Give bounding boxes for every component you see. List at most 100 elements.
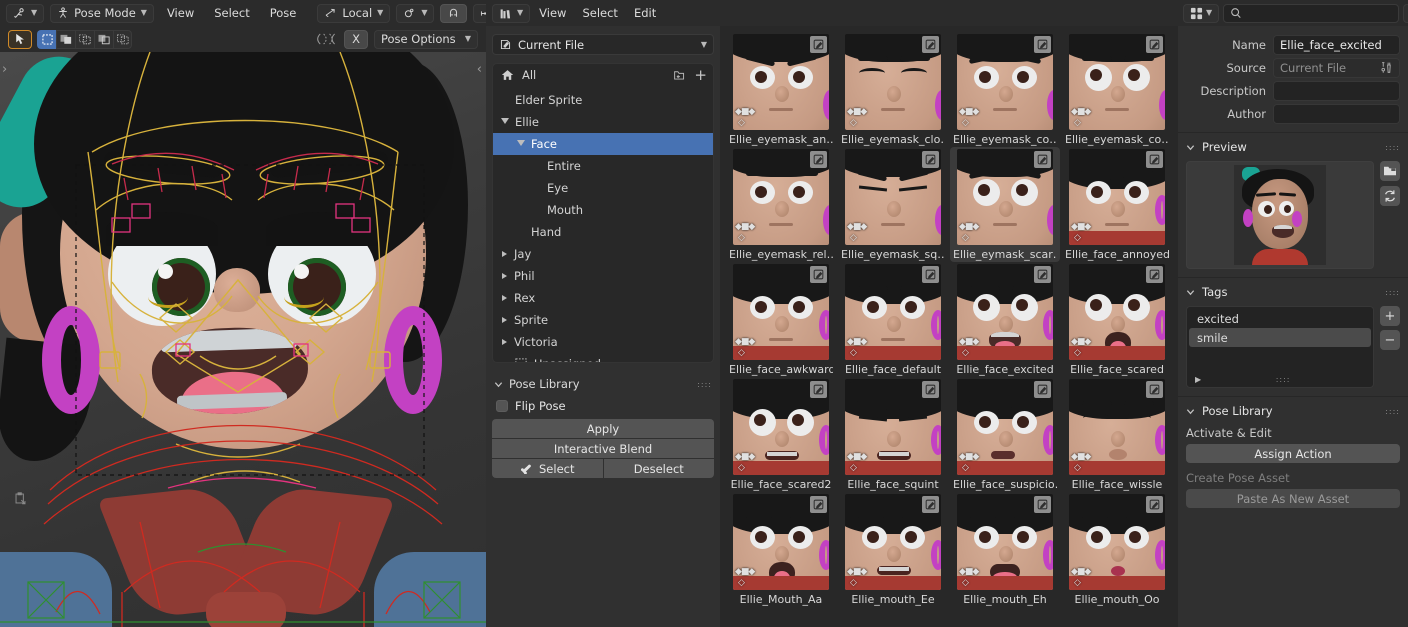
catalog-row-victoria[interactable]: Victoria	[493, 331, 713, 353]
search-input[interactable]	[1247, 7, 1392, 20]
editor-type-selector[interactable]: ▼	[6, 4, 44, 23]
asset-thumbnail[interactable]: ◆■◆◇	[845, 149, 941, 245]
pose-options-dropdown[interactable]: Pose Options ▼	[374, 30, 478, 49]
add-tag-button[interactable]: +	[1380, 306, 1400, 326]
asset-library-selector[interactable]: Current File ▼	[492, 34, 714, 55]
edit-pencil-icon[interactable]	[810, 36, 827, 53]
panel-grip[interactable]: ::::	[1385, 143, 1400, 152]
asset-item[interactable]: ◆■◆◇Ellie_face_scared	[1062, 262, 1172, 377]
catalog-tree[interactable]: Elder SpriteEllieFaceEntireEyeMouthHandJ…	[493, 86, 713, 363]
catalog-row-entire[interactable]: Entire	[493, 155, 713, 177]
edit-pencil-icon[interactable]	[1034, 266, 1051, 283]
catalog-row-unassigned[interactable]: Unassigned	[493, 353, 713, 363]
asset-item[interactable]: ◆■◆◇Ellie_eyemask_clo…	[838, 32, 948, 147]
expand-arrow-icon[interactable]: ▶	[1195, 375, 1201, 384]
edit-pencil-icon[interactable]	[1034, 151, 1051, 168]
disclosure-triangle-open[interactable]	[517, 140, 525, 149]
asset-thumbnail[interactable]: ◆■◆◇	[845, 264, 941, 360]
asset-item[interactable]: ◆■◆◇Ellie_face_squint	[838, 377, 948, 492]
asset-item[interactable]: ◆■◆◇Ellie_face_wissle	[1062, 377, 1172, 492]
tool-settings-icon[interactable]	[1380, 61, 1393, 74]
edit-pencil-icon[interactable]	[922, 381, 939, 398]
select-mode-group[interactable]	[37, 30, 132, 49]
edit-pencil-icon[interactable]	[810, 151, 827, 168]
asset-thumbnail[interactable]: ◆■◆◇	[1069, 379, 1165, 475]
asset-item[interactable]: ◆■◆◇Ellie_eyemask_co…	[1062, 32, 1172, 147]
asset-grid[interactable]: ◆■◆◇Ellie_eyemask_an…◆■◆◇Ellie_eyemask_c…	[726, 32, 1174, 607]
edit-pencil-icon[interactable]	[922, 496, 939, 513]
asset-thumbnail[interactable]: ◆■◆◇	[845, 494, 941, 590]
preview-header[interactable]: Preview ::::	[1178, 137, 1408, 157]
catalog-tree-box[interactable]: All + Elder SpriteEllieFaceEntireEyeMout…	[492, 63, 714, 363]
edit-pencil-icon[interactable]	[922, 36, 939, 53]
edit-pencil-icon[interactable]	[1146, 266, 1163, 283]
asset-item[interactable]: ◆■◆◇Ellie_Mouth_Aa	[726, 492, 836, 607]
edit-pencil-icon[interactable]	[1034, 496, 1051, 513]
select-bones-button[interactable]: Select	[492, 459, 603, 478]
asset-thumbnail[interactable]: ◆■◆◇	[957, 494, 1053, 590]
asset-thumbnail[interactable]: ◆■◆◇	[957, 379, 1053, 475]
asset-thumbnail[interactable]: ◆■◆◇	[845, 34, 941, 130]
field-value-author[interactable]	[1273, 104, 1400, 124]
select-mode-subtract[interactable]	[75, 30, 94, 49]
asset-item[interactable]: ◆■◆◇Ellie_mouth_Ee	[838, 492, 948, 607]
panel-grip[interactable]: ::::	[697, 380, 712, 389]
snap-settings[interactable]: ▼	[473, 4, 486, 23]
sidebar-toggle-right[interactable]: ‹	[477, 62, 482, 77]
props-pose-library-header[interactable]: Pose Library ::::	[1178, 401, 1408, 421]
edit-pencil-icon[interactable]	[810, 266, 827, 283]
catalog-row-eye[interactable]: Eye	[493, 177, 713, 199]
refresh-preview-button[interactable]	[1380, 186, 1400, 206]
edit-pencil-icon[interactable]	[810, 496, 827, 513]
mode-selector[interactable]: Pose Mode ▼	[50, 4, 154, 23]
edit-pencil-icon[interactable]	[922, 151, 939, 168]
catalog-row-sprite[interactable]: Sprite	[493, 309, 713, 331]
catalog-row-face[interactable]: Face	[493, 133, 713, 155]
catalog-all-row[interactable]: All +	[493, 64, 713, 86]
catalog-row-jay[interactable]: Jay	[493, 243, 713, 265]
asset-thumbnail[interactable]: ◆■◆◇	[733, 264, 829, 360]
edit-pencil-icon[interactable]	[1146, 381, 1163, 398]
field-value-source[interactable]: Current File	[1273, 58, 1400, 78]
edit-pencil-icon[interactable]	[1146, 151, 1163, 168]
browser-editor-type[interactable]: ▼	[492, 4, 530, 23]
select-mode-set[interactable]	[37, 30, 56, 49]
disclosure-triangle-closed[interactable]	[502, 295, 507, 301]
panel-grip[interactable]: ::::	[1385, 407, 1400, 416]
asset-item[interactable]: ◆■◆◇Ellie_mouth_Eh	[950, 492, 1060, 607]
tag-item[interactable]: smile	[1189, 328, 1371, 347]
menu-select[interactable]: Select	[207, 4, 256, 23]
asset-thumbnail[interactable]: ◆■◆◇	[957, 34, 1053, 130]
asset-thumbnail[interactable]: ◆■◆◇	[1069, 149, 1165, 245]
asset-thumbnail[interactable]: ◆■◆◇	[957, 149, 1053, 245]
plus-icon[interactable]: +	[694, 70, 707, 80]
filter-dropdown[interactable]: ▼	[1403, 4, 1408, 23]
disclosure-triangle-open[interactable]	[501, 118, 509, 127]
mirror-icon[interactable]	[316, 32, 338, 46]
asset-thumbnail[interactable]: ◆■◆◇	[733, 494, 829, 590]
asset-item[interactable]: ◆■◆◇Ellie_face_scared2	[726, 377, 836, 492]
asset-thumbnail[interactable]: ◆■◆◇	[1069, 494, 1165, 590]
tweak-tool-button[interactable]	[8, 30, 32, 49]
select-mode-invert[interactable]	[94, 30, 113, 49]
xray-toggle[interactable]: X	[344, 30, 368, 49]
panel-grip[interactable]: ::::	[1385, 288, 1400, 297]
asset-thumbnail[interactable]: ◆■◆◇	[845, 379, 941, 475]
new-catalog-icon[interactable]	[673, 69, 686, 81]
asset-item[interactable]: ◆■◆◇Ellie_mouth_Oo	[1062, 492, 1172, 607]
asset-thumbnail[interactable]: ◆■◆◇	[733, 379, 829, 475]
menu-pose[interactable]: Pose	[263, 4, 304, 23]
catalog-row-hand[interactable]: Hand	[493, 221, 713, 243]
asset-item[interactable]: ◆■◆◇Ellie_face_annoyed	[1062, 147, 1172, 262]
menu-select[interactable]: Select	[575, 4, 624, 23]
catalog-row-elder-sprite[interactable]: Elder Sprite	[493, 89, 713, 111]
asset-thumbnail[interactable]: ◆■◆◇	[957, 264, 1053, 360]
asset-search-box[interactable]	[1223, 4, 1399, 23]
disclosure-triangle-closed[interactable]	[502, 273, 507, 279]
select-mode-extend[interactable]	[56, 30, 75, 49]
snap-toggle[interactable]	[440, 4, 467, 23]
sidebar-toggle-left[interactable]: ›	[2, 62, 7, 77]
flip-pose-checkbox[interactable]	[496, 400, 508, 412]
menu-edit[interactable]: Edit	[627, 4, 663, 23]
preview-image[interactable]	[1186, 161, 1374, 269]
